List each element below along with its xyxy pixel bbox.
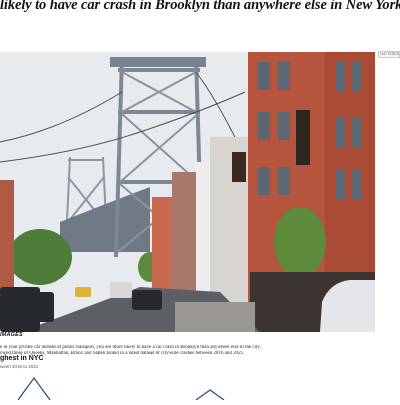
soho-sign-icon <box>232 152 246 182</box>
soho-sign-vertical-icon <box>296 110 310 165</box>
chart-series-line-right <box>195 389 225 401</box>
chart-area <box>0 370 375 401</box>
chart-series-line-left <box>17 376 51 401</box>
street-photo-icon <box>0 52 375 332</box>
article-photo <box>0 52 375 332</box>
article-headline: likely to have car crash in Brooklyn tha… <box>0 0 400 13</box>
chart-preview <box>17 376 225 401</box>
image-credit: IMAGES <box>0 332 23 338</box>
go-back-button[interactable]: Go Back <box>378 51 400 58</box>
